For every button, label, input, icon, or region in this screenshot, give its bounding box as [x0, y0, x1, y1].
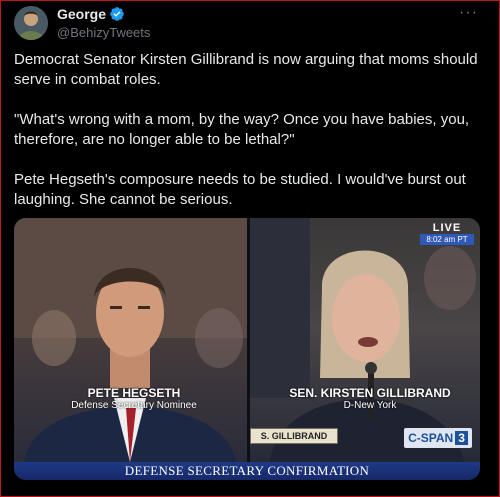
cspan-logo-number: 3 [455, 431, 468, 445]
cspan-logo: C-SPAN 3 [404, 428, 472, 448]
tweet-media-image[interactable]: PETE HEGSETH Defense Secretary Nominee L… [14, 218, 480, 480]
gillibrand-caption-title: D-New York [343, 400, 397, 411]
hegseth-caption-name: PETE HEGSETH [87, 386, 181, 400]
author-name[interactable]: George [57, 6, 106, 22]
gillibrand-caption: SEN. KIRSTEN GILLIBRAND D-New York [270, 386, 470, 411]
tweet-text: Democrat Senator Kirsten Gillibrand is n… [14, 50, 484, 230]
broadcast-banner-text: DEFENSE SECRETARY CONFIRMATION [124, 463, 370, 478]
gillibrand-caption-name: SEN. KIRSTEN GILLIBRAND [289, 386, 451, 400]
verified-badge-icon [110, 7, 124, 21]
live-time: 8:02 am PT [420, 234, 474, 245]
more-options-icon[interactable]: ··· [459, 4, 478, 22]
tweet-paragraph-3: Pete Hegseth's composure needs to be stu… [14, 171, 471, 208]
tweet-paragraph-2: "What's wrong with a mom, by the way? On… [14, 111, 474, 148]
hegseth-figure [14, 218, 247, 462]
cspan-logo-text: C-SPAN [408, 431, 454, 445]
avatar[interactable] [14, 6, 48, 40]
gillibrand-figure [250, 218, 476, 462]
author-name-row[interactable]: George [57, 6, 125, 22]
gillibrand-video-panel: LIVE 8:02 am PT SEN. KIRSTEN GILLIBRAND … [250, 218, 480, 462]
author-handle[interactable]: @BehizyTweets [57, 25, 150, 40]
live-indicator: LIVE 8:02 am PT [420, 222, 474, 245]
senator-nameplate: S. GILLIBRAND [250, 428, 338, 444]
hegseth-caption: PETE HEGSETH Defense Secretary Nominee [54, 386, 214, 411]
hegseth-caption-title: Defense Secretary Nominee [71, 400, 197, 411]
tweet-paragraph-1: Democrat Senator Kirsten Gillibrand is n… [14, 51, 482, 88]
broadcast-banner: DEFENSE SECRETARY CONFIRMATION [14, 462, 480, 480]
avatar-image [14, 6, 48, 40]
hegseth-video-panel: PETE HEGSETH Defense Secretary Nominee [14, 218, 247, 462]
live-label: LIVE [432, 222, 462, 234]
